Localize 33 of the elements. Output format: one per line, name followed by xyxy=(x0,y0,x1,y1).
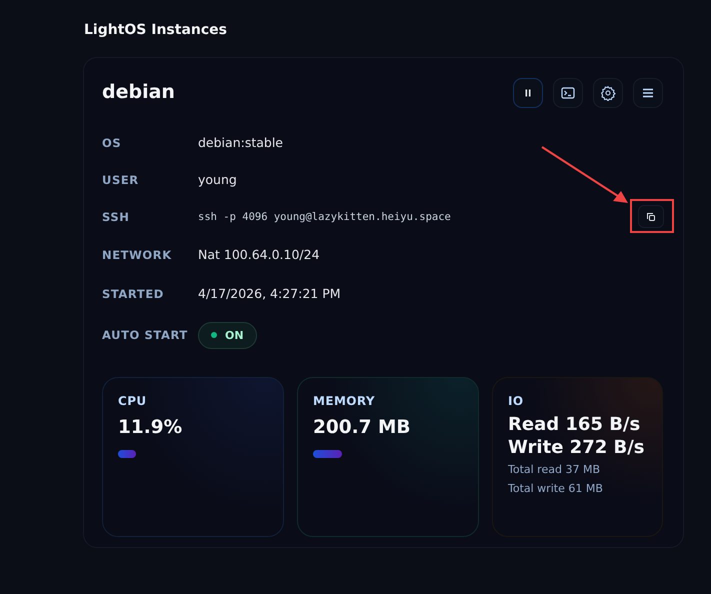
metric-value: Read 165 B/s xyxy=(508,414,642,435)
metric-title: CPU xyxy=(118,394,148,408)
detail-value: 4/17/2026, 4:27:21 PM xyxy=(198,286,341,301)
detail-value: Nat 100.64.0.10/24 xyxy=(198,247,320,262)
copy-button[interactable] xyxy=(638,205,664,228)
terminal-icon xyxy=(561,86,575,100)
metric-title: IO xyxy=(508,394,524,408)
instance-name: debian xyxy=(102,81,175,103)
auto-start-toggle[interactable]: ON xyxy=(198,322,257,348)
metric-title: MEMORY xyxy=(313,394,376,408)
pause-button[interactable] xyxy=(513,78,543,108)
detail-label: NETWORK xyxy=(102,248,173,262)
metric-value: 11.9% xyxy=(118,417,184,438)
io-total: Total read 37 MB xyxy=(508,463,601,476)
io-total: Total write 61 MB xyxy=(508,482,604,495)
detail-value: young xyxy=(198,172,237,187)
settings-icon xyxy=(600,85,616,101)
metric-value: Write 272 B/s xyxy=(508,437,646,458)
menu-icon xyxy=(642,87,654,99)
detail-label: STARTED xyxy=(102,286,165,300)
detail-label: OS xyxy=(102,136,122,150)
detail-label: USER xyxy=(102,172,140,186)
detail-label: SSH xyxy=(102,210,130,224)
menu-button[interactable] xyxy=(633,78,663,108)
metric-value: 200.7 MB xyxy=(313,417,412,438)
pause-icon xyxy=(523,88,533,98)
copy-icon xyxy=(646,212,656,222)
terminal-button[interactable] xyxy=(553,78,583,108)
ssh-command: ssh -p 4096 young@lazykitten.heiyu.space xyxy=(198,210,452,222)
page-heading: LightOS Instances xyxy=(84,22,228,38)
detail-value: debian:stable xyxy=(198,135,283,150)
settings-button[interactable] xyxy=(593,78,623,108)
detail-label: AUTO START xyxy=(102,328,189,342)
